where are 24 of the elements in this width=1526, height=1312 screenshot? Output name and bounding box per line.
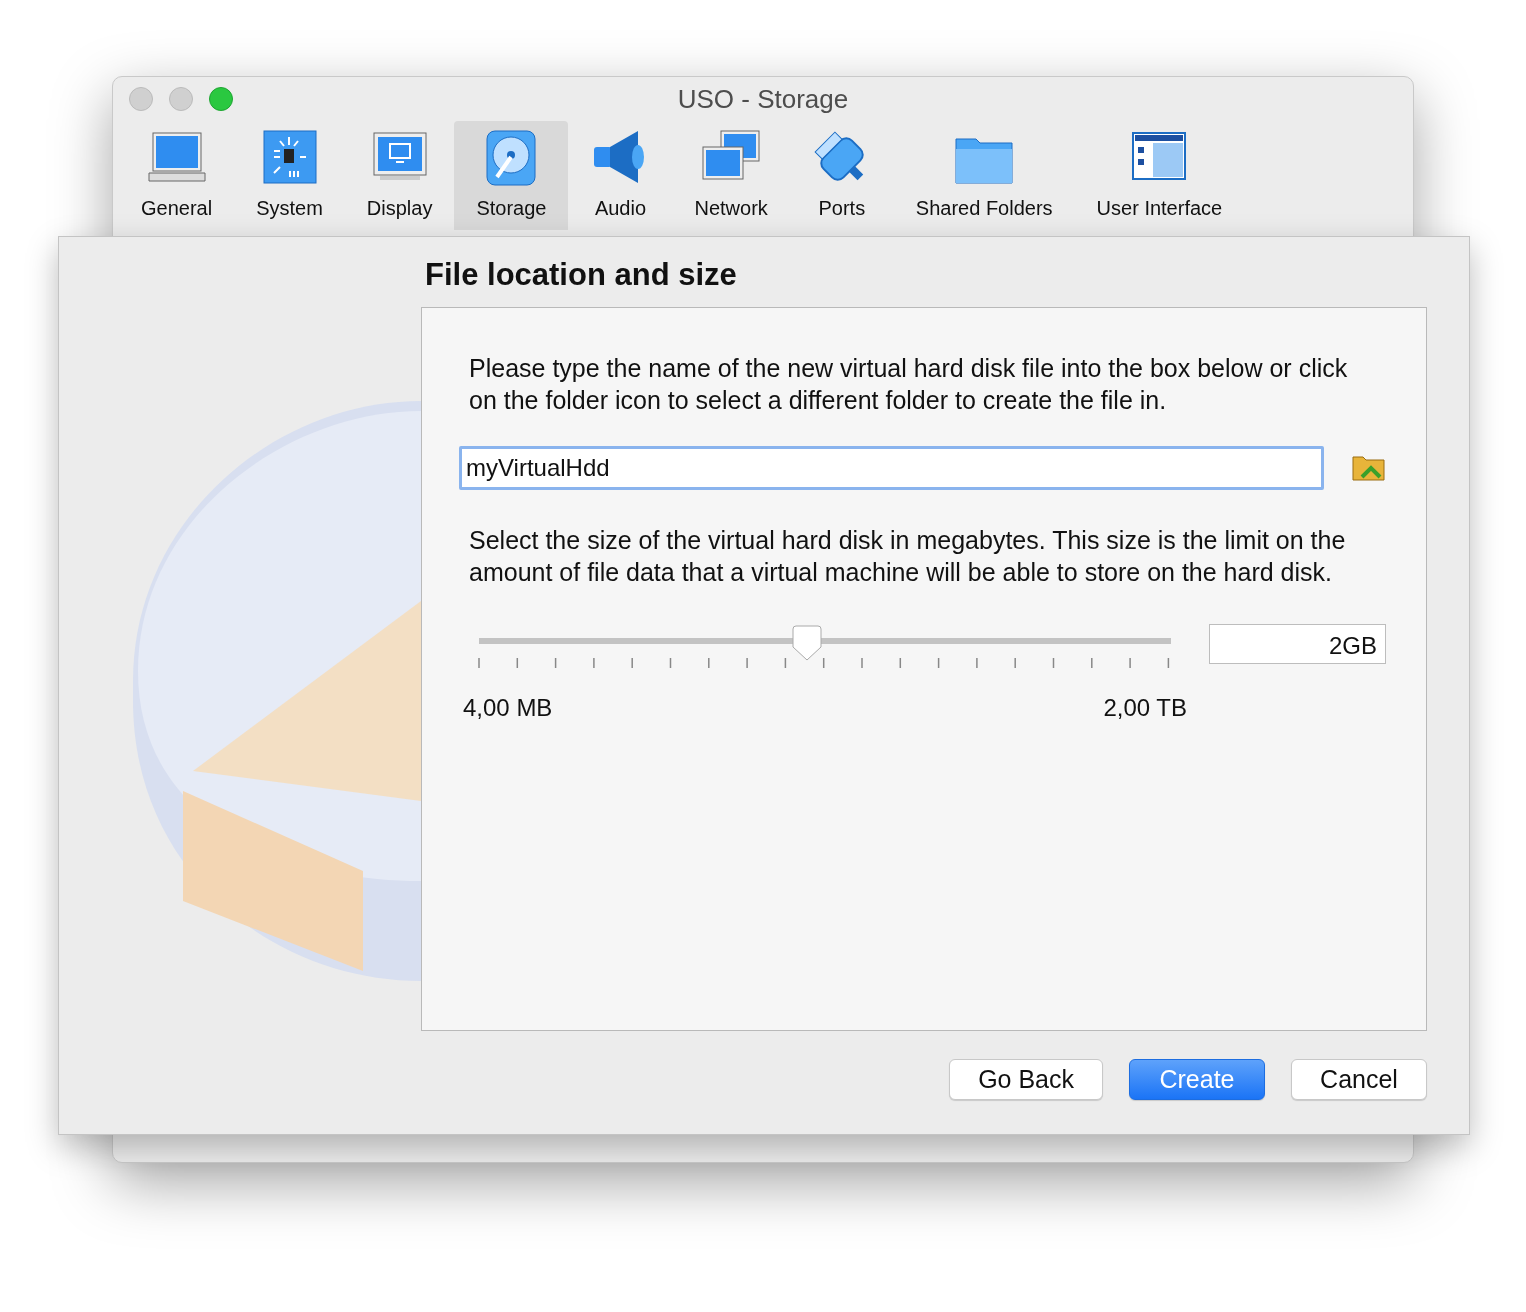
section-heading: File location and size [425, 257, 738, 293]
folder-icon[interactable] [1352, 453, 1386, 483]
toolbar-tab[interactable]: Display [344, 121, 455, 230]
close-button[interactable] [129, 87, 153, 111]
minimum-label: 4,00 MB [463, 694, 553, 722]
instructions-text: Please type the name of the new virtual hard disk file into the box below or click on the folder icon to select a different folder to create the file in. [469, 353, 1349, 416]
toolbar-tab[interactable]: System [234, 121, 345, 230]
size-field[interactable]: 2GB [1209, 624, 1386, 664]
slider-thumb[interactable] [791, 625, 823, 661]
toolbar-tab[interactable]: User Interface [1074, 121, 1245, 230]
zoom-button[interactable] [209, 87, 233, 111]
toolbar-tab[interactable]: Ports [789, 121, 894, 230]
minimize-button[interactable] [169, 87, 193, 111]
toolbar-tab[interactable]: Network [672, 121, 790, 230]
dialog-button[interactable]: Go Back [949, 1059, 1103, 1100]
size-description-text: Select the size of the virtual hard disk in megabytes. This size is the limit on the amount of file data that a virtual machine will be able to store on the hard disk. [469, 525, 1347, 588]
window-title: USO - Storage [677, 83, 849, 114]
file-name-field[interactable]: myVirtualHdd [459, 446, 1324, 490]
dialog-button[interactable]: Cancel [1291, 1059, 1427, 1100]
toolbar-tab[interactable]: Audio [568, 121, 673, 230]
toolbar-tab[interactable]: Storage [454, 121, 569, 230]
maximum-label: 2,00 TB [1103, 694, 1187, 722]
toolbar-tab[interactable]: General [119, 121, 235, 230]
toolbar-tab[interactable]: Shared Folders [893, 121, 1075, 230]
